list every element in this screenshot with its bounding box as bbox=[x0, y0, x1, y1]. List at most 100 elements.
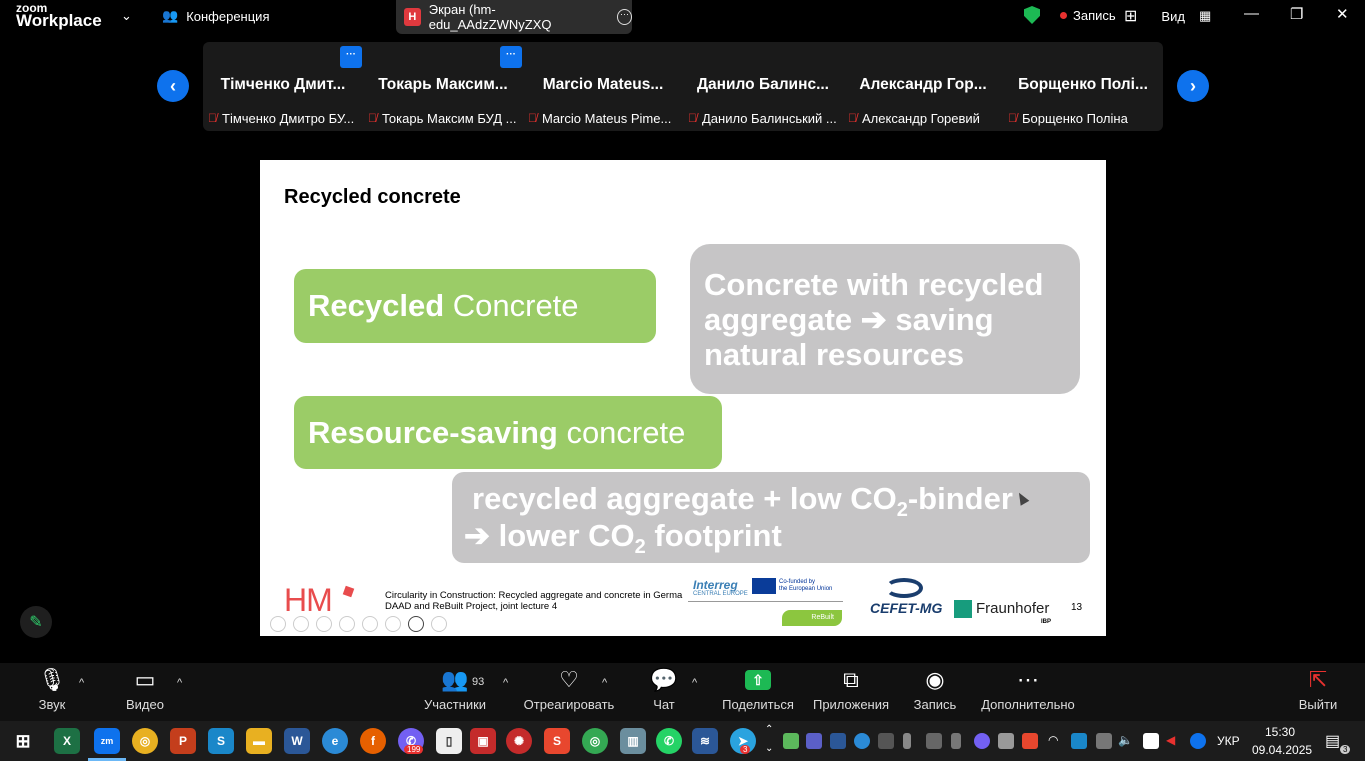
file-explorer-icon[interactable]: ▬ bbox=[246, 728, 272, 754]
zoom-app-icon[interactable]: zm bbox=[94, 728, 120, 754]
tray-device-icon[interactable] bbox=[1096, 733, 1112, 749]
tray-wave-icon[interactable] bbox=[830, 733, 846, 749]
excel-icon[interactable]: X bbox=[54, 728, 80, 754]
more-button[interactable]: ⋯ Дополнительно bbox=[981, 663, 1075, 721]
pencil-icon: ✎ bbox=[29, 614, 43, 631]
react-button[interactable]: ♡ Отреагировать bbox=[524, 663, 615, 721]
clock-date[interactable]: 09.04.2025 bbox=[1252, 743, 1312, 757]
gallery-next-button[interactable]: › bbox=[1177, 70, 1209, 102]
app-box-icon[interactable]: ▥ bbox=[620, 728, 646, 754]
apps-label: Приложения bbox=[812, 697, 890, 712]
participant-tile[interactable]: Marcio Mateus... 🎙̸ Marcio Mateus Pime... bbox=[523, 42, 683, 131]
zoom-logo-workplace[interactable]: Workplace bbox=[16, 11, 102, 31]
more-options-icon[interactable]: ··· bbox=[617, 9, 632, 25]
participant-tile[interactable]: Токарь Максим... 🎙̸ Токарь Максим БУД ... bbox=[363, 42, 523, 131]
tray-usb-icon[interactable] bbox=[951, 733, 961, 749]
gallery-prev-button[interactable]: ‹ bbox=[157, 70, 189, 102]
leave-button[interactable]: ⇱ Выйти bbox=[1296, 663, 1340, 721]
pen-icon[interactable] bbox=[316, 616, 332, 632]
participant-display-name: Marcio Mateus... bbox=[542, 76, 664, 93]
tray-security-icon[interactable] bbox=[1143, 733, 1159, 749]
camera-icon[interactable] bbox=[408, 616, 424, 632]
view-button[interactable]: ⊞ Вид ▦ bbox=[1124, 6, 1211, 26]
minimize-icon[interactable]: — bbox=[1244, 5, 1259, 22]
tray-shield-icon[interactable] bbox=[783, 733, 799, 749]
text-part: ➔ lower CO bbox=[464, 518, 635, 553]
participant-options-button[interactable]: ··· bbox=[500, 46, 522, 68]
share-screen-button[interactable]: ⇧ Поделиться bbox=[720, 663, 796, 721]
tray-teams-icon[interactable] bbox=[806, 733, 822, 749]
participants-caret-icon[interactable]: ^ bbox=[503, 677, 508, 689]
telegram-badge: 3 bbox=[740, 745, 751, 754]
word-icon[interactable]: W bbox=[284, 728, 310, 754]
prev-slide-icon[interactable] bbox=[270, 616, 286, 632]
presentation-slide: Recycled concrete Recycled Concrete Conc… bbox=[260, 160, 1106, 636]
participant-tile[interactable]: Тімченко Дмит... 🎙̸ Тімченко Дмитро БУ... bbox=[203, 42, 363, 131]
tray-app-icon[interactable] bbox=[878, 733, 894, 749]
apps-button[interactable]: ⧉ Приложения bbox=[812, 663, 890, 721]
next-slide-icon[interactable] bbox=[293, 616, 309, 632]
firefox-icon[interactable]: f bbox=[360, 728, 386, 754]
app-gear-icon[interactable]: ✺ bbox=[506, 728, 532, 754]
app-s-red-icon[interactable]: S bbox=[544, 728, 570, 754]
audio-button[interactable]: 🎙 Звук bbox=[30, 663, 74, 721]
clock-time[interactable]: 15:30 bbox=[1265, 725, 1295, 739]
close-icon[interactable]: ✕ bbox=[1336, 5, 1349, 23]
edge-icon[interactable]: e bbox=[322, 728, 348, 754]
slide-title: Recycled concrete bbox=[284, 186, 461, 208]
participant-tile[interactable]: Борщенко Полі... 🎙̸ Борщенко Поліна bbox=[1003, 42, 1163, 131]
tray-s-icon[interactable] bbox=[1022, 733, 1038, 749]
participant-tile[interactable]: Данило Балинс... 🎙̸ Данило Балинський ... bbox=[683, 42, 843, 131]
record-button[interactable]: ◉ Запись bbox=[910, 663, 960, 721]
tray-volume-icon[interactable]: 🔈 bbox=[1118, 733, 1133, 747]
participant-options-button[interactable]: ··· bbox=[340, 46, 362, 68]
tray-monitor-icon[interactable] bbox=[926, 733, 942, 749]
chrome-icon[interactable]: ◎ bbox=[132, 728, 158, 754]
app-s-icon[interactable]: S bbox=[208, 728, 234, 754]
tray-viber-icon[interactable] bbox=[974, 733, 990, 749]
chrome-profile-icon[interactable]: ◎ bbox=[582, 728, 608, 754]
tray-edge-icon[interactable] bbox=[854, 733, 870, 749]
security-shield-icon[interactable] bbox=[1024, 6, 1040, 24]
app-red-icon[interactable]: ▣ bbox=[470, 728, 496, 754]
notifications-icon[interactable]: ▤ bbox=[1325, 731, 1340, 751]
react-caret-icon[interactable]: ^ bbox=[602, 677, 607, 689]
powerpoint-icon[interactable]: P bbox=[170, 728, 196, 754]
document-icon[interactable]: ▯ bbox=[436, 728, 462, 754]
tray-up-icon[interactable]: ⌃ bbox=[765, 724, 773, 735]
tray-zoom-icon[interactable] bbox=[1190, 733, 1206, 749]
grid-icon[interactable]: ⊞ bbox=[1124, 6, 1137, 26]
tray-battery-icon[interactable] bbox=[998, 733, 1014, 749]
mic-muted-icon: 🎙̸ bbox=[208, 111, 217, 125]
box-line: Concrete with recycled bbox=[704, 267, 1044, 302]
participant-name: Токарь Максим БУД ... bbox=[382, 111, 517, 126]
tray-mic-icon[interactable] bbox=[903, 733, 911, 749]
recording-indicator[interactable]: Запись bbox=[1024, 6, 1116, 24]
annotate-pencil-button[interactable]: ✎ bbox=[20, 606, 52, 638]
tray-wifi-icon[interactable]: ◠ bbox=[1048, 733, 1058, 747]
share-source-badge: H bbox=[404, 8, 421, 26]
slide-footer-text: Circularity in Construction: Recycled ag… bbox=[385, 590, 685, 612]
tray-speaker-muted-icon[interactable]: ◀ bbox=[1166, 733, 1175, 747]
chevron-down-icon[interactable]: ⌄ bbox=[121, 8, 132, 24]
meeting-info-button[interactable]: 👥 Конференция bbox=[162, 8, 269, 24]
whatsapp-icon[interactable]: ✆ bbox=[656, 728, 682, 754]
chat-button[interactable]: 💬 Чат bbox=[644, 663, 684, 721]
more-icon[interactable] bbox=[431, 616, 447, 632]
tray-down-icon[interactable]: ⌄ bbox=[765, 743, 773, 754]
audio-options-caret-icon[interactable]: ^ bbox=[79, 677, 84, 689]
windows-start-icon[interactable]: ⊞ bbox=[10, 728, 36, 754]
chat-caret-icon[interactable]: ^ bbox=[692, 677, 697, 689]
screen-share-indicator[interactable]: H Экран (hm-edu_AAdzZWNyZXQ ··· bbox=[396, 0, 632, 34]
slides-grid-icon[interactable] bbox=[339, 616, 355, 632]
video-options-caret-icon[interactable]: ^ bbox=[177, 677, 182, 689]
participant-tile[interactable]: Александр Гор... 🎙̸ Александр Горевий bbox=[843, 42, 1003, 131]
tray-network-icon[interactable] bbox=[1071, 733, 1087, 749]
language-indicator[interactable]: УКР bbox=[1217, 734, 1240, 748]
zoom-icon[interactable] bbox=[362, 616, 378, 632]
subtitles-icon[interactable] bbox=[385, 616, 401, 632]
participants-button[interactable]: 👥 Участники bbox=[420, 663, 490, 721]
app-wave-icon[interactable]: ≋ bbox=[692, 728, 718, 754]
restore-icon[interactable]: ❐ bbox=[1290, 5, 1303, 23]
video-button[interactable]: ▭ Видео bbox=[120, 663, 170, 721]
